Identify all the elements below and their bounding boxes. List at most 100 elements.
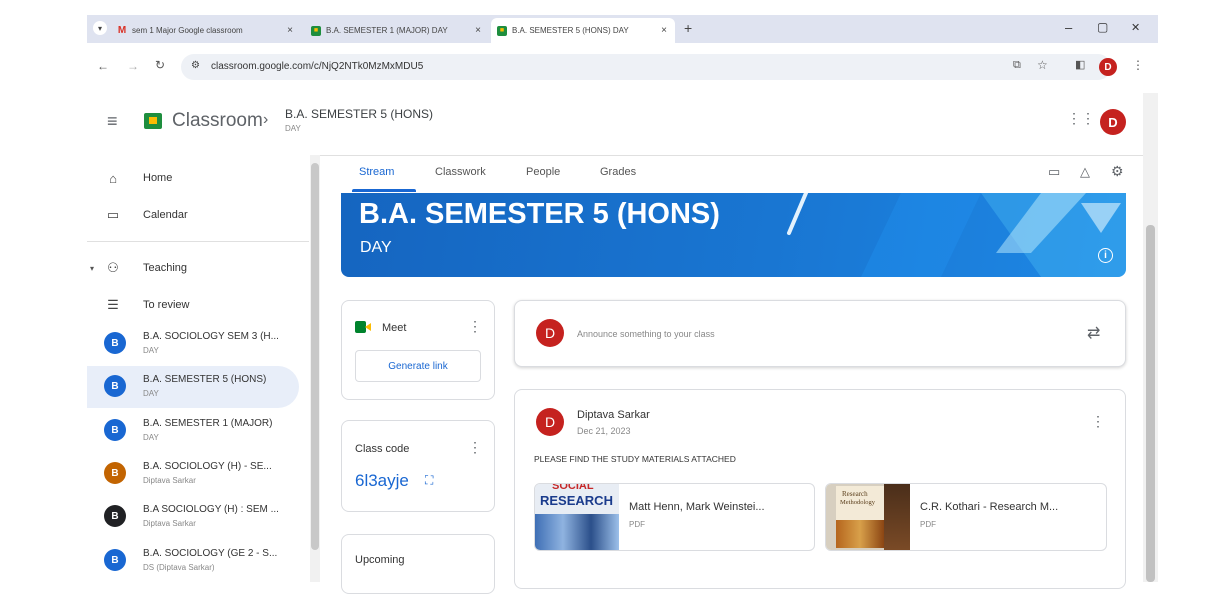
- close-tab-icon[interactable]: ×: [287, 25, 293, 36]
- sidebar-scrollbar[interactable]: [310, 155, 320, 582]
- class-avatar: B: [104, 462, 126, 484]
- class-subtitle: Diptava Sarkar: [143, 476, 196, 485]
- calendar-icon[interactable]: ▭: [1048, 164, 1060, 180]
- app-name[interactable]: Classroom: [172, 110, 263, 132]
- meet-card: Meet ⋮ Generate link: [341, 300, 495, 400]
- to-review-icon: ☰: [107, 297, 119, 312]
- sidebar-item-label: Home: [143, 172, 173, 184]
- minimize-button[interactable]: –: [1065, 20, 1072, 35]
- settings-gear-icon[interactable]: ⚙: [1111, 163, 1124, 180]
- sidebar-class-item-active[interactable]: B B.A. SEMESTER 5 (HONS) DAY: [87, 366, 299, 408]
- post-body: PLEASE FIND THE STUDY MATERIALS ATTACHED: [534, 454, 736, 464]
- announce-card[interactable]: D Announce something to your class ⇄: [514, 300, 1126, 367]
- account-avatar[interactable]: D: [1100, 109, 1126, 135]
- sidebar-class-item[interactable]: B B.A. SEMESTER 1 (MAJOR) DAY: [87, 410, 299, 452]
- generate-link-button[interactable]: Generate link: [355, 350, 481, 382]
- attachment-card[interactable]: SOCIAL RESEARCH Matt Henn, Mark Weinstei…: [534, 483, 815, 551]
- classroom-icon: ■: [311, 25, 321, 36]
- fullscreen-code-icon[interactable]: ⛶: [425, 473, 433, 488]
- class-code-options-icon[interactable]: ⋮: [468, 439, 482, 456]
- install-app-icon[interactable]: ⧉: [1013, 59, 1021, 72]
- browser-tab-0[interactable]: M sem 1 Major Google classroom ×: [111, 18, 301, 43]
- classroom-logo-icon[interactable]: [144, 113, 162, 129]
- announce-input[interactable]: Announce something to your class: [577, 329, 715, 339]
- class-subtitle: DAY: [143, 346, 159, 355]
- close-tab-icon[interactable]: ×: [661, 25, 667, 36]
- info-icon[interactable]: i: [1098, 248, 1113, 263]
- class-title: B.A. SOCIOLOGY (H) - SE...: [143, 461, 272, 472]
- side-panel-icon[interactable]: ◧: [1075, 58, 1085, 71]
- upcoming-card: Upcoming: [341, 534, 495, 594]
- site-settings-icon[interactable]: ⚙: [191, 60, 200, 71]
- teaching-icon: ⚇: [107, 260, 119, 275]
- meet-label: Meet: [382, 322, 407, 334]
- browser-tab-label: B.A. SEMESTER 1 (MAJOR) DAY: [326, 26, 448, 35]
- main-scrollbar-thumb[interactable]: [1146, 225, 1155, 582]
- gmail-icon: M: [117, 25, 127, 36]
- announce-avatar: D: [536, 319, 564, 347]
- meet-options-icon[interactable]: ⋮: [468, 318, 482, 335]
- browser-tab-2[interactable]: ■ B.A. SEMESTER 5 (HONS) DAY ×: [491, 18, 675, 43]
- class-code-label: Class code: [355, 443, 410, 455]
- reload-icon[interactable]: ↻: [155, 58, 165, 72]
- class-code-value[interactable]: 6l3ayje: [355, 471, 409, 491]
- browser-tab-label: sem 1 Major Google classroom: [132, 26, 243, 35]
- class-banner: B.A. SEMESTER 5 (HONS) DAY i: [341, 193, 1126, 277]
- expand-caret-icon[interactable]: ▾: [90, 264, 94, 273]
- post-author-avatar: D: [536, 408, 564, 436]
- tab-classwork[interactable]: Classwork: [435, 166, 486, 178]
- attachment-title: C.R. Kothari - Research M...: [920, 501, 1059, 513]
- calendar-icon: ▭: [106, 207, 120, 222]
- restore-button[interactable]: ▢: [1097, 20, 1108, 34]
- main-menu-icon[interactable]: ≡: [107, 111, 118, 132]
- sidebar-class-item[interactable]: B B.A SOCIOLOGY (H) : SEM ... Diptava Sa…: [87, 496, 299, 538]
- sidebar-class-item[interactable]: B B.A. SOCIOLOGY (H) - SE... Diptava Sar…: [87, 453, 299, 495]
- tab-people[interactable]: People: [526, 166, 560, 178]
- main-scrollbar[interactable]: [1143, 93, 1158, 582]
- sidebar-item-teaching[interactable]: ▾ ⚇ Teaching: [87, 251, 299, 285]
- breadcrumb-separator-icon: ›: [263, 111, 269, 128]
- sidebar-item-home[interactable]: ⌂ Home: [87, 161, 299, 195]
- sidebar-item-label: Teaching: [143, 262, 188, 274]
- sidebar-class-item[interactable]: B B.A. SOCIOLOGY (GE 2 - S... DS (Diptav…: [87, 540, 299, 582]
- post-options-icon[interactable]: ⋮: [1091, 413, 1105, 430]
- class-avatar: B: [104, 549, 126, 571]
- url-text: classroom.google.com/c/NjQ2NTk0MzMxMDU5: [211, 61, 424, 72]
- browser-tab-1[interactable]: ■ B.A. SEMESTER 1 (MAJOR) DAY ×: [305, 18, 489, 43]
- bookmark-star-icon[interactable]: ☆: [1037, 58, 1048, 72]
- tab-stream[interactable]: Stream: [359, 166, 394, 178]
- sidebar-item-calendar[interactable]: ▭ Calendar: [87, 198, 299, 232]
- attachment-type: PDF: [920, 520, 936, 529]
- sidebar-scrollbar-thumb[interactable]: [311, 163, 319, 550]
- sidebar-item-to-review[interactable]: ☰ To review: [87, 288, 299, 322]
- attachment-title: Matt Henn, Mark Weinstei...: [629, 501, 765, 513]
- breadcrumb-title[interactable]: B.A. SEMESTER 5 (HONS): [285, 107, 433, 121]
- forward-icon[interactable]: →: [127, 59, 139, 73]
- class-tabs: Stream Classwork People Grades ▭ △ ⚙: [330, 155, 1142, 193]
- class-subtitle: DAY: [143, 389, 159, 398]
- sidebar-class-item[interactable]: B B.A. SOCIOLOGY SEM 3 (H... DAY: [87, 323, 299, 365]
- profile-avatar[interactable]: D: [1099, 58, 1117, 76]
- class-code-card: Class code ⋮ 6l3ayje ⛶: [341, 420, 495, 512]
- back-icon[interactable]: ←: [97, 59, 109, 73]
- close-tab-icon[interactable]: ×: [475, 25, 481, 36]
- browser-menu-icon[interactable]: ⋮: [1132, 58, 1144, 72]
- repost-icon[interactable]: ⇄: [1087, 323, 1100, 343]
- new-tab-button[interactable]: +: [684, 20, 692, 36]
- thumbnail-text: SOCIAL: [552, 484, 594, 492]
- banner-title: B.A. SEMESTER 5 (HONS): [359, 198, 720, 230]
- class-title: B.A. SOCIOLOGY (GE 2 - S...: [143, 548, 278, 559]
- url-bar[interactable]: ⚙ classroom.google.com/c/NjQ2NTk0MzMxMDU…: [181, 54, 1111, 80]
- thumbnail-text: Methodology: [840, 499, 876, 506]
- thumbnail-image: [535, 514, 619, 550]
- class-subtitle: DAY: [143, 433, 159, 442]
- tab-search-button[interactable]: ▾: [93, 21, 107, 35]
- attachment-card[interactable]: Research Methodology C.R. Kothari - Rese…: [825, 483, 1107, 551]
- class-title: B.A SOCIOLOGY (H) : SEM ...: [143, 504, 279, 515]
- close-window-button[interactable]: ✕: [1131, 21, 1140, 34]
- apps-grid-icon[interactable]: ⋮⋮: [1067, 110, 1095, 127]
- drive-folder-icon[interactable]: △: [1080, 164, 1090, 180]
- class-avatar: B: [104, 419, 126, 441]
- class-title: B.A. SEMESTER 5 (HONS): [143, 374, 267, 385]
- tab-grades[interactable]: Grades: [600, 166, 636, 178]
